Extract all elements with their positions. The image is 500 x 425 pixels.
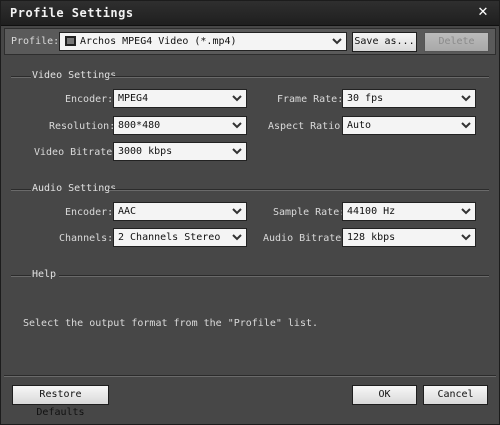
audio-encoder-select[interactable]: AAC	[113, 202, 247, 221]
aspect-ratio-select[interactable]: Auto	[342, 116, 476, 135]
video-group-line-left	[11, 76, 31, 78]
chevron-down-icon	[461, 208, 471, 215]
profile-select[interactable]: Archos MPEG4 Video (*.mp4)	[59, 32, 347, 51]
profile-settings-dialog: Profile Settings ✕ Profile: Archos MPEG4…	[0, 0, 500, 425]
help-text: Select the output format from the "Profi…	[23, 318, 319, 329]
frame-rate-select[interactable]: 30 fps	[342, 89, 476, 108]
help-group-line-left	[11, 275, 31, 277]
channels-value: 2 Channels Stereo	[118, 232, 221, 243]
chevron-down-icon	[232, 208, 242, 215]
audio-bitrate-select[interactable]: 128 kbps	[342, 228, 476, 247]
channels-select[interactable]: 2 Channels Stereo	[113, 228, 247, 247]
sample-rate-label: Sample Rate:	[273, 207, 346, 218]
aspect-ratio-value: Auto	[347, 120, 372, 131]
restore-defaults-button[interactable]: Restore Defaults	[12, 385, 109, 418]
audio-settings-title: Audio Settings	[32, 183, 117, 194]
audio-group-line-right	[109, 189, 489, 191]
title-bar: Profile Settings ✕	[1, 1, 499, 26]
video-encoder-label: Encoder:	[65, 94, 114, 105]
chevron-down-icon	[461, 122, 471, 129]
audio-encoder-value: AAC	[118, 206, 137, 217]
close-icon[interactable]: ✕	[475, 5, 491, 21]
video-bitrate-value: 3000 kbps	[118, 146, 173, 157]
video-bitrate-select[interactable]: 3000 kbps	[113, 142, 247, 161]
chevron-down-icon	[232, 148, 242, 155]
audio-group-line-left	[11, 189, 31, 191]
film-icon	[65, 36, 76, 46]
chevron-down-icon	[232, 234, 242, 241]
chevron-down-icon	[461, 234, 471, 241]
sample-rate-select[interactable]: 44100 Hz	[342, 202, 476, 221]
resolution-label: Resolution:	[49, 121, 116, 132]
profile-value: Archos MPEG4 Video (*.mp4)	[80, 36, 237, 47]
resolution-value: 800*480	[118, 120, 161, 131]
sample-rate-value: 44100 Hz	[347, 206, 396, 217]
audio-bitrate-value: 128 kbps	[347, 232, 396, 243]
chevron-down-icon	[232, 122, 242, 129]
video-settings-title: Video Settings	[32, 70, 117, 81]
dialog-title: Profile Settings	[10, 6, 134, 20]
help-title: Help	[32, 269, 57, 280]
profile-label: Profile:	[11, 36, 60, 47]
chevron-down-icon	[332, 38, 342, 45]
save-as-button[interactable]: Save as...	[352, 32, 417, 52]
chevron-down-icon	[461, 95, 471, 102]
video-encoder-select[interactable]: MPEG4	[113, 89, 247, 108]
cancel-button[interactable]: Cancel	[423, 385, 488, 405]
help-group-line-right	[59, 275, 489, 277]
frame-rate-label: Frame Rate:	[277, 94, 344, 105]
delete-button[interactable]: Delete	[424, 32, 489, 52]
ok-button[interactable]: OK	[352, 385, 417, 405]
audio-encoder-label: Encoder:	[65, 207, 114, 218]
aspect-ratio-label: Aspect Ratio:	[268, 121, 347, 132]
profile-bar: Profile: Archos MPEG4 Video (*.mp4) Save…	[4, 28, 496, 55]
video-group-line-right	[109, 76, 489, 78]
video-bitrate-label: Video Bitrate:	[34, 147, 119, 158]
chevron-down-icon	[232, 95, 242, 102]
resolution-select[interactable]: 800*480	[113, 116, 247, 135]
video-encoder-value: MPEG4	[118, 93, 149, 104]
channels-label: Channels:	[59, 233, 114, 244]
footer-separator	[4, 375, 496, 377]
frame-rate-value: 30 fps	[347, 93, 384, 104]
audio-bitrate-label: Audio Bitrate:	[263, 233, 348, 244]
